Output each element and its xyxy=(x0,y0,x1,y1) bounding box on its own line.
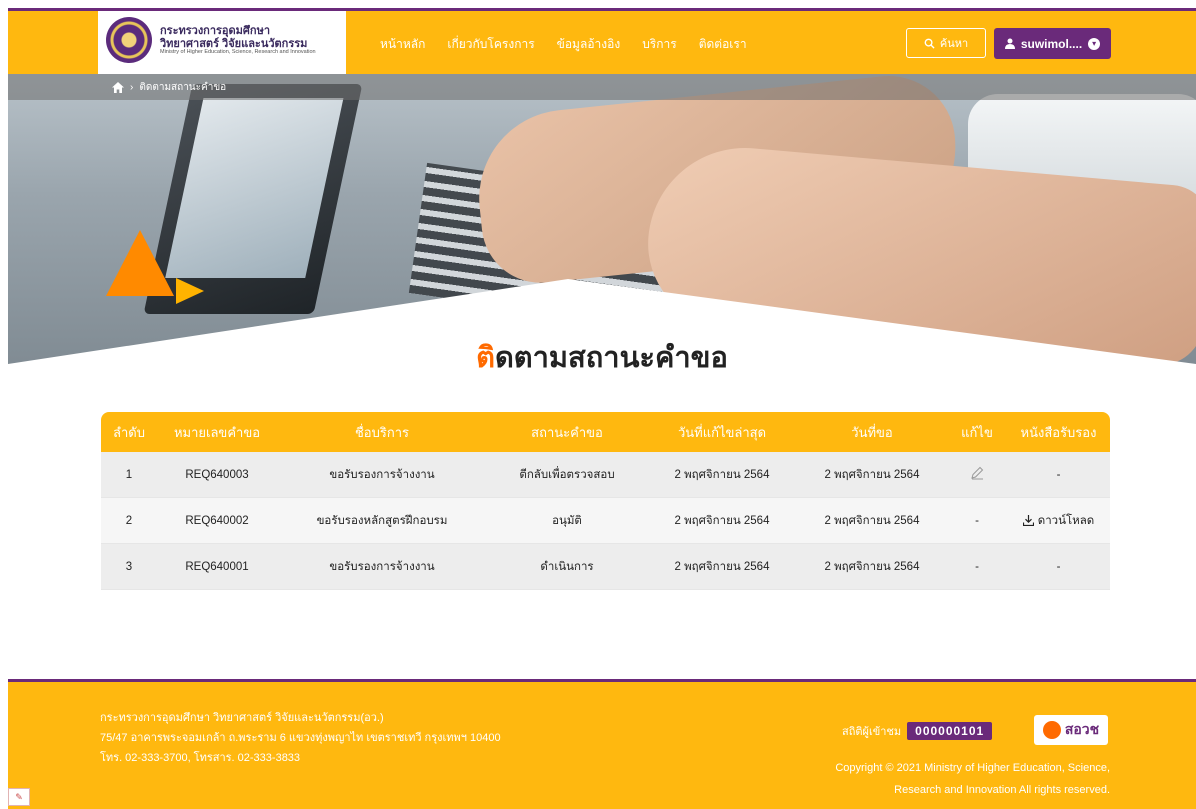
cell-request-no: REQ640002 xyxy=(185,514,249,527)
table-row: 3 REQ640001 ขอรับรองการจ้างงาน ดำเนินการ… xyxy=(101,544,1110,590)
pencil-icon xyxy=(971,466,984,480)
cell-service: ขอรับรองหลักสูตรฝึกอบรม xyxy=(316,514,448,527)
download-label: ดาวน์โหลด xyxy=(1037,514,1095,527)
hero-white-wedge xyxy=(8,279,1196,374)
copyright-line1: Copyright © 2021 Ministry of Higher Educ… xyxy=(835,762,1110,774)
page: กระทรวงการอุดมศึกษา วิทยาศาสตร์ วิจัยและ… xyxy=(8,8,1196,809)
search-icon xyxy=(924,38,935,49)
cell-request-no: REQ640003 xyxy=(185,468,249,481)
nav-services[interactable]: บริการ xyxy=(642,35,677,54)
download-icon xyxy=(1022,515,1034,526)
cell-requested: 2 พฤศจิกายน 2564 xyxy=(824,560,920,573)
cell-edit: - xyxy=(975,560,979,573)
copyright-line2: Research and Innovation All rights reser… xyxy=(894,784,1110,796)
decorative-triangle-small xyxy=(176,278,204,304)
cell-no: 2 xyxy=(125,514,133,527)
cell-status: ตีกลับเพื่อตรวจสอบ xyxy=(519,468,615,481)
top-navbar: กระทรวงการอุดมศึกษา วิทยาศาสตร์ วิจัยและ… xyxy=(8,8,1196,74)
copyright: Copyright © 2021 Ministry of Higher Educ… xyxy=(835,757,1110,801)
visitor-stats-label: สถิติผู้เข้าชม xyxy=(842,726,902,738)
search-button[interactable]: ค้นหา xyxy=(906,28,986,58)
nav-references[interactable]: ข้อมูลอ้างอิง xyxy=(557,35,621,54)
footer-phone: โทร. 02-333-3700, โทรสาร. 02-333-3833 xyxy=(100,752,301,764)
nav-home[interactable]: หน้าหลัก xyxy=(380,35,425,54)
home-icon[interactable] xyxy=(112,81,124,93)
decorative-triangle xyxy=(106,230,174,296)
footer-org: กระทรวงการอุดมศึกษา วิทยาศาสตร์ วิจัยและ… xyxy=(100,712,384,724)
sorwoch-logo-icon xyxy=(1042,721,1061,739)
footer-contact: กระทรวงการอุดมศึกษา วิทยาศาสตร์ วิจัยและ… xyxy=(100,708,501,768)
cell-requested: 2 พฤศจิกายน 2564 xyxy=(824,514,920,527)
hero-banner: › ติดตามสถานะคำขอ xyxy=(8,74,1196,374)
cell-status: ดำเนินการ xyxy=(540,560,594,573)
user-name: suwimol.... xyxy=(1020,36,1083,51)
user-icon xyxy=(1004,38,1015,49)
cell-request-no: REQ640001 xyxy=(185,560,249,573)
cell-status: อนุมัติ xyxy=(552,514,582,527)
page-title: ติดตามสถานะคำขอ xyxy=(8,334,1196,380)
table-row: 2 REQ640002 ขอรับรองหลักสูตรฝึกอบรม อนุม… xyxy=(101,498,1110,544)
chevron-down-icon: ▾ xyxy=(1088,37,1101,50)
visitor-counter: 000000101 xyxy=(907,722,993,740)
nav-contact[interactable]: ติดต่อเรา xyxy=(699,35,747,54)
page-title-highlight: ติ xyxy=(476,342,495,374)
cell-certificate: - xyxy=(1056,468,1061,481)
footer-address: 75/47 อาคารพระจอมเกล้า ถ.พระราม 6 แขวงทุ… xyxy=(100,732,501,744)
brand-name: สอวช xyxy=(1064,721,1100,737)
search-label: ค้นหา xyxy=(939,38,969,50)
breadcrumb-separator: › xyxy=(130,81,134,93)
cell-no: 3 xyxy=(125,560,133,573)
cell-updated: 2 พฤศจิกายน 2564 xyxy=(674,514,770,527)
page-title-rest: ดตามสถานะคำขอ xyxy=(494,342,728,374)
col-header-request-no: หมายเลขคำขอ xyxy=(173,424,261,440)
col-header-status: สถานะคำขอ xyxy=(531,424,603,440)
ministry-seal-icon xyxy=(106,17,152,63)
main-nav: หน้าหลัก เกี่ยวกับโครงการ ข้อมูลอ้างอิง … xyxy=(380,35,747,54)
table-row: 1 REQ640003 ขอรับรองการจ้างงาน ตีกลับเพื… xyxy=(101,452,1110,498)
edit-button[interactable] xyxy=(947,466,1007,483)
breadcrumb: › ติดตามสถานะคำขอ xyxy=(8,74,1196,100)
visitor-stats: สถิติผู้เข้าชม 000000101 xyxy=(842,722,993,740)
cell-updated: 2 พฤศจิกายน 2564 xyxy=(674,468,770,481)
col-header-requested: วันที่ขอ xyxy=(851,424,893,440)
cell-service: ขอรับรองการจ้างงาน xyxy=(329,560,435,573)
user-menu-button[interactable]: suwimol.... ▾ xyxy=(994,28,1111,59)
cell-updated: 2 พฤศจิกายน 2564 xyxy=(674,560,770,573)
cell-certificate: - xyxy=(1056,560,1061,573)
col-header-updated: วันที่แก้ไขล่าสุด xyxy=(677,424,767,440)
table-header: ลำดับ หมายเลขคำขอ ชื่อบริการ สถานะคำขอ ว… xyxy=(101,412,1110,452)
col-header-edit: แก้ไข xyxy=(961,424,993,440)
logo-english: Ministry of Higher Education, Science, R… xyxy=(160,49,316,55)
cell-edit: - xyxy=(975,514,979,527)
download-button[interactable]: ดาวน์โหลด xyxy=(1007,512,1110,530)
col-header-no: ลำดับ xyxy=(113,424,145,440)
cell-no: 1 xyxy=(125,468,133,481)
corner-widget-icon[interactable]: ✎ xyxy=(8,788,30,806)
breadcrumb-current: ติดตามสถานะคำขอ xyxy=(139,81,227,93)
col-header-service: ชื่อบริการ xyxy=(354,424,410,440)
cell-requested: 2 พฤศจิกายน 2564 xyxy=(824,468,920,481)
nav-about[interactable]: เกี่ยวกับโครงการ xyxy=(447,35,534,54)
cell-service: ขอรับรองการจ้างงาน xyxy=(329,468,435,481)
ministry-logo[interactable]: กระทรวงการอุดมศึกษา วิทยาศาสตร์ วิจัยและ… xyxy=(98,11,346,74)
footer: กระทรวงการอุดมศึกษา วิทยาศาสตร์ วิจัยและ… xyxy=(8,679,1196,809)
col-header-certificate: หนังสือรับรอง xyxy=(1020,424,1097,440)
sorwoch-logo[interactable]: สอวช xyxy=(1034,715,1108,745)
